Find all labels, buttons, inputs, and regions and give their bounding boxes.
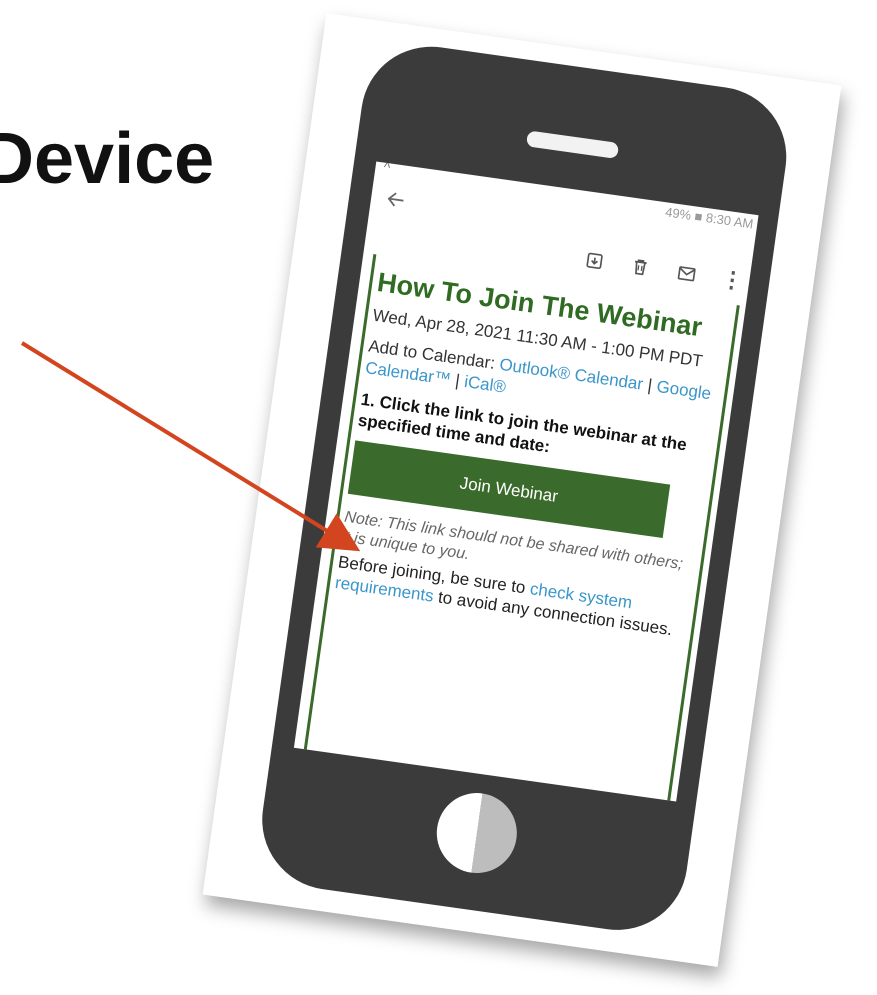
phone-illustration: ^ 49% ■ 8:30 AM ⋮ How To Join The Webina…: [203, 13, 842, 967]
status-bar: 49% ■ 8:30 AM: [664, 204, 755, 232]
more-vert-icon[interactable]: ⋮: [720, 266, 745, 294]
mail-icon[interactable]: [674, 262, 697, 285]
phone-screen: ^ 49% ■ 8:30 AM ⋮ How To Join The Webina…: [293, 161, 759, 802]
slide-heading: Device: [0, 119, 215, 199]
arrow-left-icon: [387, 192, 404, 207]
back-arrow-icon[interactable]: [383, 187, 409, 219]
home-button[interactable]: [431, 787, 522, 879]
trash-icon[interactable]: [629, 256, 652, 279]
ical-link[interactable]: iCal®: [463, 372, 507, 397]
chevron-up-icon: ^: [382, 161, 392, 176]
phone-speaker: [525, 130, 620, 159]
email-content: How To Join The Webinar Wed, Apr 28, 202…: [334, 267, 726, 642]
archive-icon[interactable]: [583, 250, 606, 273]
email-toolbar: ⋮: [583, 250, 745, 294]
phone-body: ^ 49% ■ 8:30 AM ⋮ How To Join The Webina…: [253, 37, 796, 939]
slide-page: Device ^ 49% ■ 8:30 AM ⋮ How To Join The…: [0, 0, 877, 995]
